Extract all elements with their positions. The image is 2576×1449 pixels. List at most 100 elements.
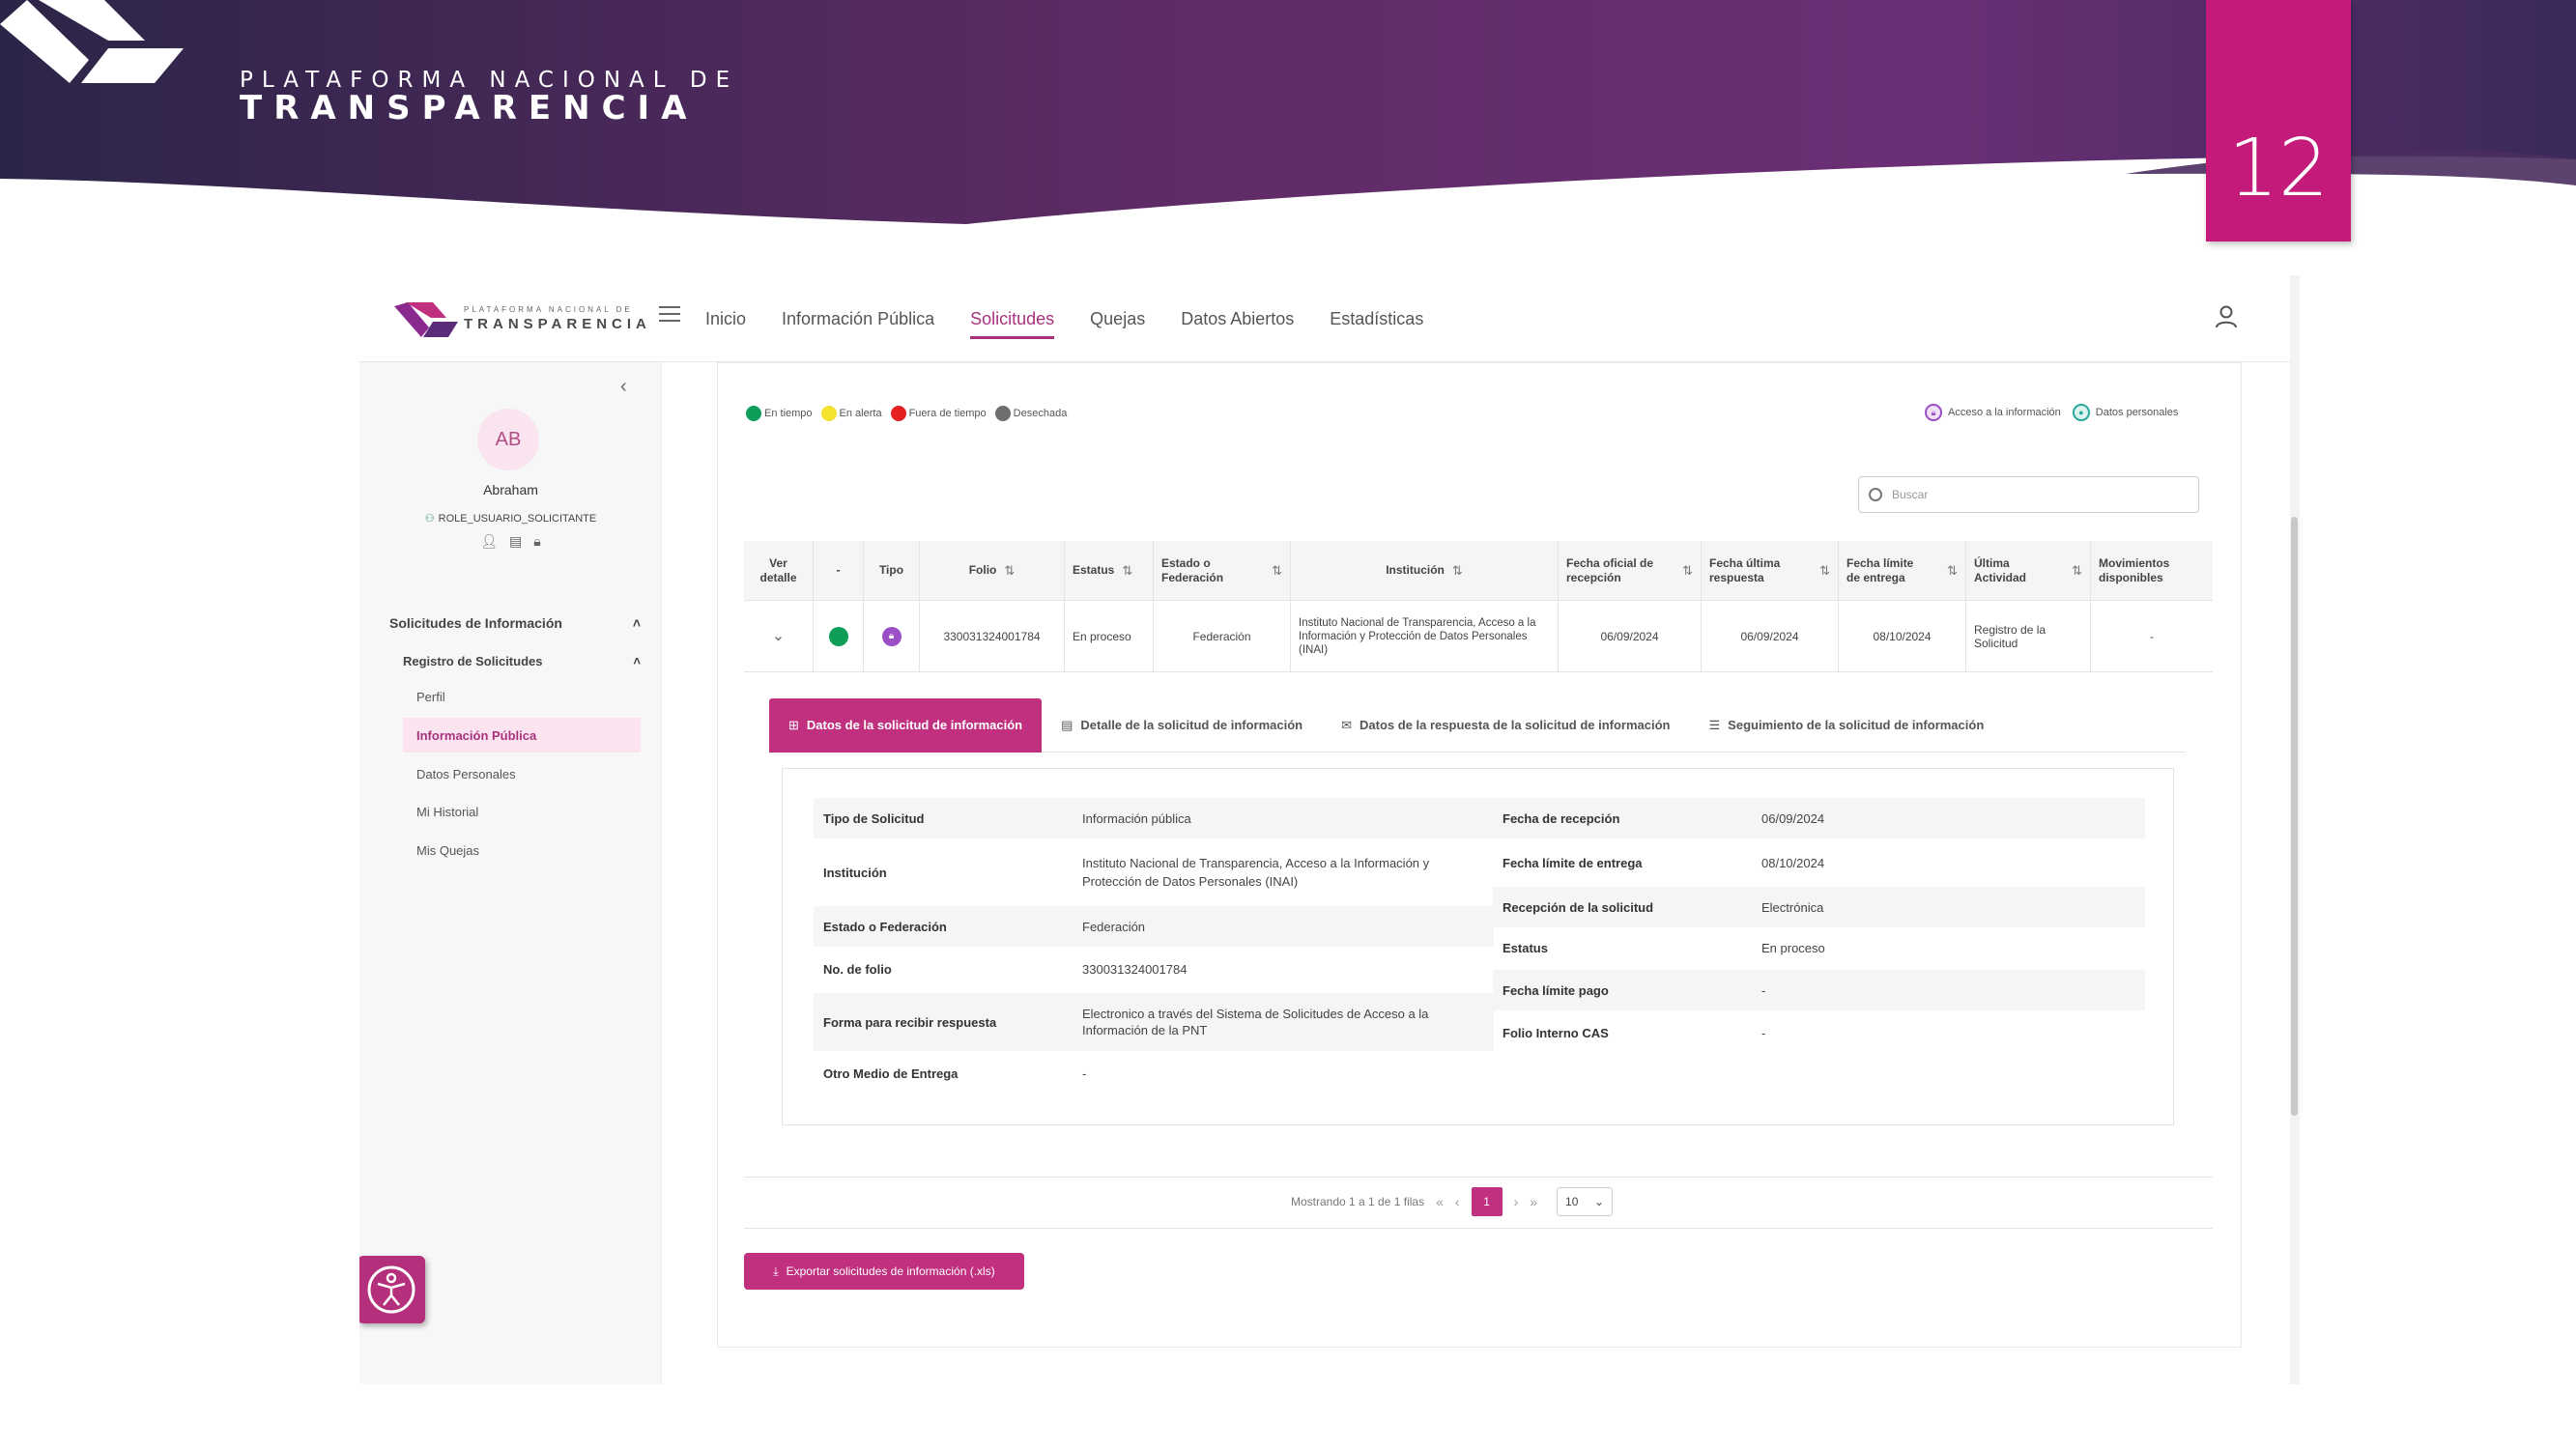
app-logo-top: PLATAFORMA NACIONAL DE — [464, 305, 633, 314]
legend-datos-personales: ● Datos personales — [2072, 404, 2178, 421]
tab-datos-solicitud[interactable]: ⊞ Datos de la solicitud de información — [769, 697, 1043, 753]
app-logo-icon — [394, 302, 458, 337]
gray-dot-icon — [994, 406, 1011, 421]
page-size-select[interactable]: 10 ⌄ — [1557, 1187, 1614, 1216]
divider — [744, 1177, 2213, 1178]
movimientos-cell: - — [2150, 629, 2154, 643]
lock-icon[interactable]: 🔒︎ — [533, 533, 540, 550]
document-icon: ▤ — [1061, 717, 1073, 732]
legend-acceso-informacion: 🔒︎ Acceso a la información — [1925, 404, 2061, 421]
nav-informacion-publica[interactable]: Información Pública — [782, 275, 934, 362]
legend-fuera-de-tiempo: Fuera de tiempo — [890, 406, 987, 421]
detail-row: Fecha de recepción 06/09/2024 — [1493, 798, 2145, 838]
accessibility-button[interactable] — [359, 1256, 425, 1323]
chevron-up-icon: ˄ — [633, 654, 641, 668]
tab-datos-respuesta[interactable]: ✉ Datos de la respuesta de la solicitud d… — [1322, 698, 1689, 753]
col-estado[interactable]: Estado o Federación ⇅ — [1154, 541, 1291, 600]
sidebar-item-perfil[interactable]: Perfil — [403, 679, 641, 714]
detail-row: Tipo de Solicitud Información pública — [814, 798, 1494, 838]
clipboard-icon[interactable]: ▤ — [509, 533, 522, 550]
detail-row: Fecha límite de entrega 08/10/2024 — [1503, 855, 1825, 870]
nav-quejas[interactable]: Quejas — [1090, 275, 1145, 362]
legend-desechada: Desechada — [994, 406, 1067, 421]
col-folio[interactable]: Folio ⇅ — [920, 541, 1065, 600]
yellow-dot-icon — [820, 406, 837, 421]
detail-row: Otro Medio de Entrega - — [823, 1065, 1087, 1081]
sort-icon[interactable]: ⇅ — [1452, 563, 1463, 578]
col-fecha-limite[interactable]: Fecha límite de entrega ⇅ — [1839, 541, 1966, 600]
institucion-cell: Instituto Nacional de Transparencia, Acc… — [1291, 601, 1559, 671]
detail-row: Recepción de la solicitud Electrónica — [1493, 887, 2145, 927]
fecha-limite-cell: 08/10/2024 — [1839, 601, 1966, 671]
col-fecha-recepcion[interactable]: Fecha oficial de recepción ⇅ — [1559, 541, 1702, 600]
app-screenshot: PLATAFORMA NACIONAL DE TRANSPARENCIA Ini… — [359, 275, 2290, 1384]
sidebar-section-solicitudes[interactable]: Solicitudes de Información ˄ — [389, 615, 641, 631]
lock-icon: 🔒︎ — [881, 626, 902, 646]
menu-icon[interactable] — [659, 306, 680, 326]
list-icon: ☰ — [1708, 717, 1721, 732]
next-page-icon[interactable]: › — [1514, 1194, 1519, 1209]
type-cell: 🔒︎ — [864, 601, 920, 671]
nav-estadisticas[interactable]: Estadísticas — [1330, 275, 1423, 362]
divider — [744, 1228, 2213, 1229]
user-account-icon[interactable] — [2215, 304, 2238, 329]
sort-icon[interactable]: ⇅ — [1947, 563, 1958, 578]
col-institucion[interactable]: Institución ⇅ — [1291, 541, 1559, 600]
tab-seguimiento[interactable]: ☰ Seguimiento de la solicitud de informac… — [1690, 698, 2004, 753]
sidebar-item-datos-personales[interactable]: Datos Personales — [403, 756, 641, 791]
main-nav: Inicio Información Pública Solicitudes Q… — [705, 275, 1459, 362]
grid-icon: ⊞ — [788, 717, 799, 732]
status-legend: En tiempo En alerta Fuera de tiempo Dese… — [746, 406, 1075, 421]
prev-page-icon[interactable]: ‹ — [1455, 1194, 1460, 1209]
chevron-up-icon: ˄ — [632, 615, 641, 631]
sidebar-subsection-registro[interactable]: Registro de Solicitudes ˄ — [403, 654, 641, 668]
col-dash: - — [814, 541, 864, 600]
search-icon — [1869, 488, 1882, 501]
app-logo[interactable]: PLATAFORMA NACIONAL DE TRANSPARENCIA — [394, 295, 646, 343]
page-button-current[interactable]: 1 — [1471, 1187, 1503, 1216]
sort-icon[interactable]: ⇅ — [1272, 563, 1282, 578]
nav-inicio[interactable]: Inicio — [705, 275, 746, 362]
legend-en-tiempo: En tiempo — [746, 406, 813, 421]
user-role: ⚇ ROLE_USUARIO_SOLICITANTE — [424, 513, 597, 525]
col-ver-detalle: Ver detalle — [744, 541, 814, 600]
nav-solicitudes[interactable]: Solicitudes — [970, 275, 1055, 362]
fecha-respuesta-cell: 06/09/2024 — [1702, 601, 1839, 671]
sidebar-item-mi-historial[interactable]: Mi Historial — [403, 794, 641, 829]
type-legend: 🔒︎ Acceso a la información ● Datos persona… — [1925, 404, 2190, 421]
slide-header: PLATAFORMA NACIONAL DE TRANSPARENCIA — [0, 0, 2576, 232]
chevron-down-icon[interactable]: ⌄ — [744, 601, 814, 671]
top-navbar: PLATAFORMA NACIONAL DE TRANSPARENCIA Ini… — [359, 275, 2290, 362]
sort-icon[interactable]: ⇅ — [2072, 563, 2082, 578]
export-button[interactable]: ⤓ Exportar solicitudes de información (.… — [744, 1253, 1024, 1290]
search-input[interactable]: Buscar — [1858, 476, 2199, 513]
app-logo-bottom: TRANSPARENCIA — [464, 316, 651, 332]
sort-icon[interactable]: ⇅ — [1819, 563, 1830, 578]
scroll-thumb[interactable] — [2291, 517, 2298, 1116]
estatus-cell: En proceso — [1065, 601, 1154, 671]
pagination-summary: Mostrando 1 a 1 de 1 filas — [1291, 1195, 1425, 1208]
sort-icon[interactable]: ⇅ — [1004, 563, 1015, 578]
sidebar-item-mis-quejas[interactable]: Mis Quejas — [403, 833, 641, 867]
sort-icon[interactable]: ⇅ — [1682, 563, 1693, 578]
tab-detalle-solicitud[interactable]: ▤ Detalle de la solicitud de información — [1042, 698, 1322, 753]
nav-datos-abiertos[interactable]: Datos Abiertos — [1181, 275, 1294, 362]
profile-icon[interactable]: 👤︎ — [480, 533, 498, 550]
status-cell — [814, 601, 864, 671]
slide: PLATAFORMA NACIONAL DE TRANSPARENCIA 12 … — [0, 0, 2576, 1449]
col-fecha-respuesta[interactable]: Fecha última respuesta ⇅ — [1702, 541, 1839, 600]
download-icon: ⤓ — [773, 1264, 779, 1278]
person-icon: ⚇ — [424, 513, 435, 525]
detail-row: Fecha límite pago - — [1493, 970, 2145, 1010]
lock-icon: 🔒︎ — [1925, 404, 1942, 421]
chevron-left-icon[interactable]: ‹ — [620, 376, 627, 398]
accessibility-icon — [367, 1265, 415, 1314]
col-estatus[interactable]: Estatus ⇅ — [1065, 541, 1154, 600]
sidebar-item-informacion-publica[interactable]: Información Pública — [403, 718, 641, 753]
col-ultima-actividad[interactable]: Última Actividad ⇅ — [1966, 541, 2091, 600]
col-tipo: Tipo — [864, 541, 920, 600]
last-page-icon[interactable]: » — [1530, 1194, 1537, 1209]
scrollbar[interactable] — [2290, 275, 2300, 1384]
first-page-icon[interactable]: « — [1436, 1194, 1444, 1209]
sort-icon[interactable]: ⇅ — [1122, 563, 1132, 578]
